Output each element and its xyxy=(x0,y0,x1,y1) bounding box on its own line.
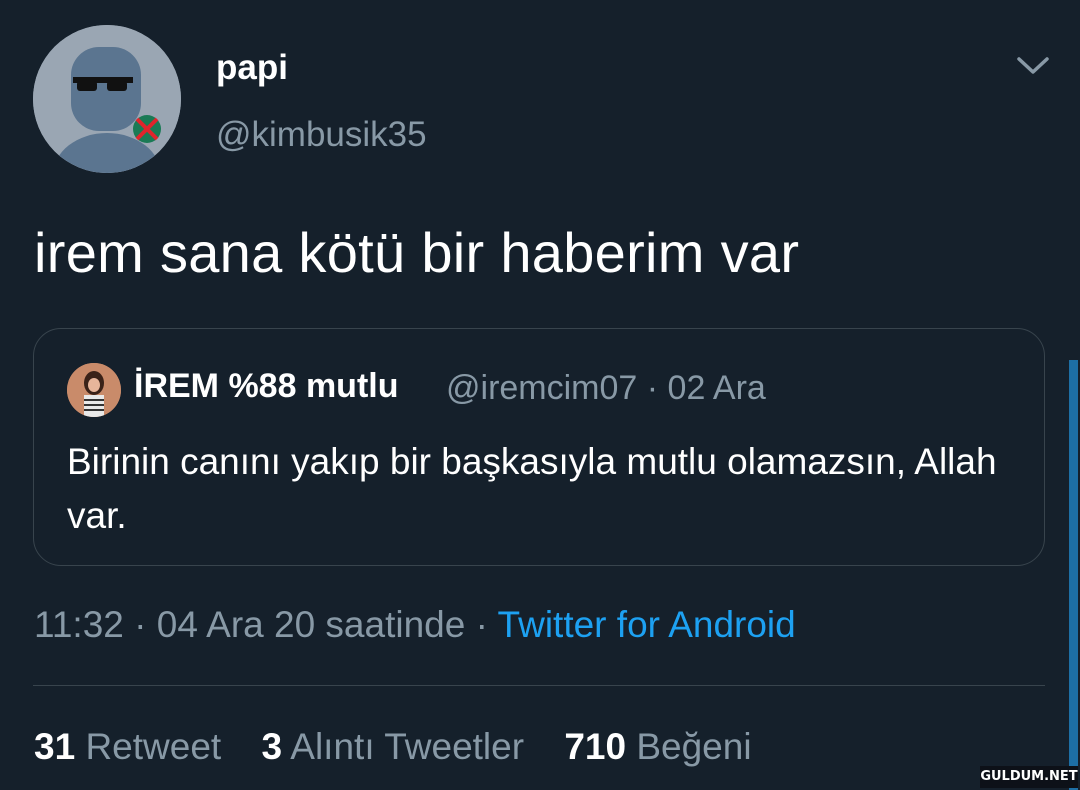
author-display-name[interactable]: papi xyxy=(216,48,288,88)
default-avatar-icon xyxy=(33,25,181,173)
quoted-tweet-card[interactable]: İREM %88 mutlu @iremcim07 · 02 Ara Birin… xyxy=(33,328,1045,566)
quote-label: Alıntı Tweetler xyxy=(290,726,525,767)
quoted-tweet-text: Birinin canını yakıp bir başkasıyla mutl… xyxy=(67,441,997,536)
quoted-tweet-date[interactable]: 02 Ara xyxy=(668,369,766,407)
quoted-tweet-meta: @iremcim07 · 02 Ara xyxy=(446,369,766,408)
quoted-author-name[interactable]: İREM %88 mutlu xyxy=(134,367,398,406)
author-avatar[interactable] xyxy=(33,25,181,173)
author-handle[interactable]: @kimbusik35 xyxy=(216,115,427,155)
like-count: 710 xyxy=(564,726,627,767)
chevron-down-icon[interactable] xyxy=(1016,55,1050,77)
tweet-meta: 11:32 · 04 Ara 20 saatinde · Twitter for… xyxy=(34,604,796,646)
like-label: Beğeni xyxy=(636,726,752,767)
meta-separator: · xyxy=(637,369,668,407)
like-stat[interactable]: 710 Beğeni xyxy=(564,726,751,767)
meta-separator: · xyxy=(465,604,498,645)
quoted-author-handle[interactable]: @iremcim07 xyxy=(446,369,637,407)
tweet-time: 11:32 xyxy=(34,604,124,645)
watermark: GULDUM.NET xyxy=(980,766,1078,788)
quote-count: 3 xyxy=(261,726,283,767)
tweet-source-link[interactable]: Twitter for Android xyxy=(498,604,796,645)
quote-stat[interactable]: 3 Alıntı Tweetler xyxy=(261,726,524,767)
quoted-author-avatar[interactable] xyxy=(67,363,121,417)
tweet-stats: 31 Retweet 3 Alıntı Tweetler 710 Beğeni xyxy=(34,726,782,768)
retweet-label: Retweet xyxy=(85,726,222,767)
meta-separator: · xyxy=(123,604,157,645)
divider xyxy=(33,685,1045,686)
retweet-stat[interactable]: 31 Retweet xyxy=(34,726,221,767)
tweet-date: 04 Ara 20 saatinde xyxy=(156,604,466,645)
scrollbar[interactable] xyxy=(1069,360,1078,790)
retweet-count: 31 xyxy=(34,726,76,767)
tweet-text: irem sana kötü bir haberim var xyxy=(34,221,800,284)
